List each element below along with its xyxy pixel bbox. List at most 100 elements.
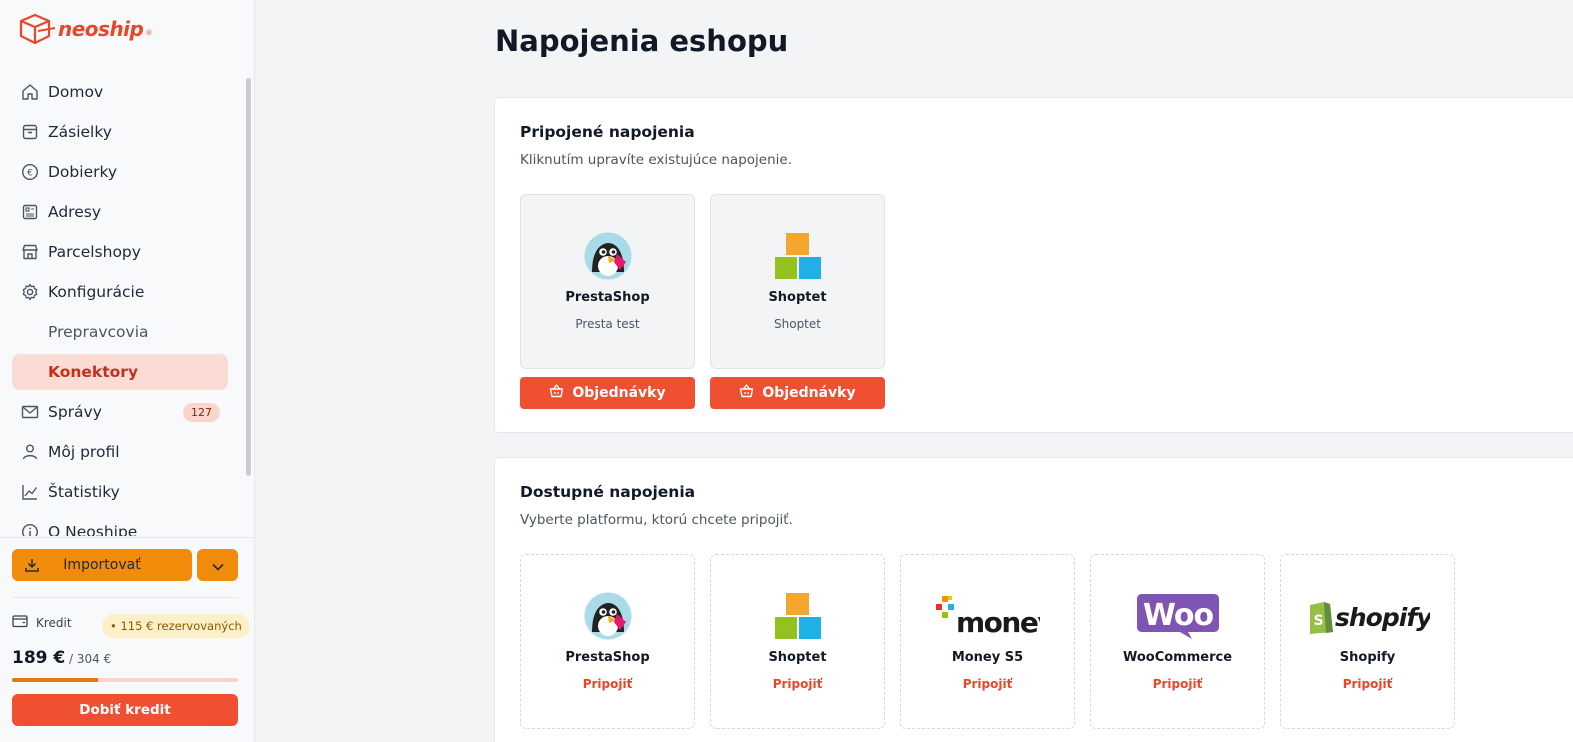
sidebar-item-moj-profil[interactable]: Môj profil	[12, 434, 228, 470]
sidebar-item-label: Konfigurácie	[48, 283, 145, 301]
connected-card-shoptet[interactable]: Shoptet Shoptet	[710, 194, 885, 369]
prestashop-orders-button[interactable]: Objednávky	[520, 377, 695, 409]
connected-integrations-panel: Pripojené napojenia Kliknutím upravíte e…	[494, 97, 1573, 433]
credit-label: Kredit	[36, 615, 72, 630]
sidebar-item-prepravcovia[interactable]: Prepravcovia	[12, 314, 228, 350]
home-icon	[20, 82, 40, 102]
sidebar-item-statistiky[interactable]: Štatistiky	[12, 474, 228, 510]
shoptet-logo	[711, 591, 884, 641]
basket-icon	[739, 384, 754, 402]
import-options-button[interactable]	[197, 549, 238, 581]
sidebar-item-label: Môj profil	[48, 443, 120, 461]
gear-icon	[20, 282, 40, 302]
connect-link[interactable]: Pripojiť	[1281, 677, 1454, 691]
connect-link[interactable]: Pripojiť	[1091, 677, 1264, 691]
chart-icon	[20, 482, 40, 502]
money-logo: money	[901, 591, 1074, 641]
panel-title: Pripojené napojenia	[520, 123, 695, 141]
sidebar-item-label: Domov	[48, 83, 104, 101]
download-icon	[24, 557, 40, 577]
available-integrations-panel: Dostupné napojenia Vyberte platformu, kt…	[494, 457, 1573, 742]
mail-icon	[20, 402, 40, 422]
sidebar: neoship ® Domov Zásielky € Dobierky Adre…	[0, 0, 255, 742]
available-card-prestashop[interactable]: PrestaShop Pripojiť	[520, 554, 695, 729]
user-icon	[20, 442, 40, 462]
sidebar-scrollbar[interactable]	[246, 78, 251, 476]
svg-text:S: S	[1313, 613, 1323, 629]
import-button[interactable]: Importovať	[12, 549, 192, 581]
messages-count-badge: 127	[183, 403, 220, 422]
orders-button-label: Objednávky	[572, 385, 666, 401]
connect-link[interactable]: Pripojiť	[901, 677, 1074, 691]
svg-text:€: €	[27, 169, 33, 179]
panel-title: Dostupné napojenia	[520, 483, 696, 501]
sidebar-item-label: Štatistiky	[48, 483, 120, 501]
box-logo-icon	[19, 13, 56, 45]
sidebar-item-label: Prepravcovia	[48, 323, 149, 341]
import-button-label: Importovať	[63, 557, 141, 573]
sidebar-item-label: Dobierky	[48, 163, 118, 181]
sidebar-item-label: O Neoshipe	[48, 523, 138, 536]
card-name: PrestaShop	[565, 290, 650, 305]
credit-amount: 189 € / 304 €	[12, 648, 111, 668]
sidebar-item-zasielky[interactable]: Zásielky	[12, 114, 228, 150]
orders-button-label: Objednávky	[762, 385, 856, 401]
sidebar-item-label: Adresy	[48, 203, 101, 221]
page-title: Napojenia eshopu	[495, 24, 789, 58]
credit-total: / 304 €	[65, 652, 112, 666]
shoptet-logo	[711, 231, 884, 281]
sidebar-item-label: Parcelshopy	[48, 243, 141, 261]
shopify-logo: S shopify	[1281, 591, 1454, 641]
available-card-shopify[interactable]: S shopify Shopify Pripojiť	[1280, 554, 1455, 729]
top-up-credit-button[interactable]: Dobiť kredit	[12, 694, 238, 726]
woocommerce-logo: Woo	[1091, 591, 1264, 641]
sidebar-nav: Domov Zásielky € Dobierky Adresy Parcels…	[0, 74, 244, 536]
brand-registered: ®	[145, 29, 153, 37]
card-name: Shoptet	[768, 290, 827, 305]
available-card-woocommerce[interactable]: Woo WooCommerce Pripojiť	[1090, 554, 1265, 729]
card-name: Shopify	[1339, 650, 1396, 665]
panel-subtitle: Kliknutím upravíte existujúce napojenie.	[520, 152, 792, 168]
credit-label-row: Kredit	[12, 614, 72, 631]
panel-subtitle: Vyberte platformu, ktorú chcete pripojiť…	[520, 512, 793, 528]
shopify-logo-text: shopify	[1335, 603, 1430, 632]
sidebar-item-domov[interactable]: Domov	[12, 74, 228, 110]
shoptet-orders-button[interactable]: Objednávky	[710, 377, 885, 409]
footer-divider	[12, 597, 238, 598]
card-description: Shoptet	[774, 317, 821, 331]
card-name: Money S5	[951, 650, 1024, 665]
prestashop-logo	[521, 591, 694, 641]
reserved-credit-badge: • 115 € rezervovaných	[102, 614, 250, 638]
package-icon	[20, 122, 40, 142]
euro-icon: €	[20, 162, 40, 182]
money-logo-text: money	[956, 606, 1040, 638]
brand-name: neoship	[58, 17, 144, 41]
card-name: WooCommerce	[1122, 650, 1233, 665]
sidebar-item-adresy[interactable]: Adresy	[12, 194, 228, 230]
woo-logo-text: Woo	[1142, 598, 1213, 633]
connected-card-prestashop[interactable]: PrestaShop Presta test	[520, 194, 695, 369]
sidebar-item-konfiguracie[interactable]: Konfigurácie	[12, 274, 228, 310]
credit-amount-value: 189 €	[12, 648, 66, 668]
available-card-shoptet[interactable]: Shoptet Pripojiť	[710, 554, 885, 729]
wallet-icon	[12, 614, 28, 631]
neoship-logo[interactable]: neoship ®	[18, 12, 152, 46]
prestashop-logo	[521, 231, 694, 281]
store-icon	[20, 242, 40, 262]
sidebar-item-parcelshopy[interactable]: Parcelshopy	[12, 234, 228, 270]
info-icon	[20, 522, 40, 536]
sidebar-item-konektory[interactable]: Konektory	[12, 354, 228, 390]
connect-link[interactable]: Pripojiť	[711, 677, 884, 691]
sidebar-footer: Importovať Kredit • 115 € rezervovaných …	[0, 537, 254, 742]
card-description: Presta test	[575, 317, 640, 331]
sidebar-item-spravy[interactable]: Správy 127	[12, 394, 228, 430]
chevron-down-icon	[211, 556, 224, 575]
sidebar-item-label: Konektory	[48, 363, 139, 381]
connect-link[interactable]: Pripojiť	[521, 677, 694, 691]
sidebar-item-dobierky[interactable]: € Dobierky	[12, 154, 228, 190]
sidebar-item-label: Zásielky	[48, 123, 112, 141]
basket-icon	[549, 384, 564, 402]
available-card-money-s5[interactable]: money Money S5 Pripojiť	[900, 554, 1075, 729]
sidebar-item-o-neoshipe[interactable]: O Neoshipe	[12, 514, 228, 536]
credit-progress-bar	[12, 678, 238, 682]
